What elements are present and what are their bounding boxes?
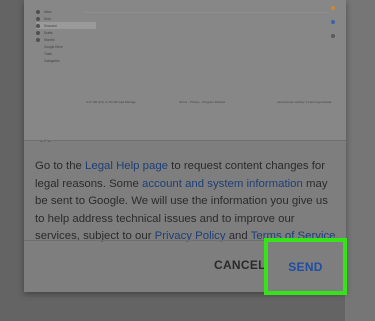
preview-menu-item: Sent — [36, 15, 96, 22]
dialog-divider — [24, 140, 346, 141]
send-button[interactable]: SEND — [268, 242, 343, 291]
preview-menu-item: Starred — [36, 36, 96, 43]
preview-menu-subitem: Google Drive — [44, 44, 63, 49]
preview-menu-subitem: Categories — [44, 58, 60, 63]
blue-dot-icon — [331, 20, 335, 24]
orange-dot-icon — [331, 6, 335, 10]
star-icon — [36, 37, 40, 42]
gray-dot-icon — [331, 34, 335, 38]
send-icon — [36, 16, 40, 21]
clock-icon — [36, 23, 40, 28]
preview-menu-item: Drafts — [36, 29, 96, 36]
legal-notice: Go to the Legal Help page to request con… — [35, 160, 339, 242]
draft-icon — [36, 30, 40, 35]
preview-footer-storage: 0.17 GB (1%) of 15 GB used Manage — [86, 100, 136, 104]
preview-menu: Inbox Sent Snoozed Drafts Starred Google… — [36, 8, 96, 64]
cancel-button[interactable]: CANCEL — [214, 258, 266, 272]
preview-footer-links: Terms · Privacy · Program Policies — [179, 100, 226, 104]
preview-menu-subitem: Trash — [44, 51, 53, 56]
send-highlight-box: SEND — [264, 238, 347, 295]
inbox-icon — [36, 9, 40, 14]
preview-footer-activity: Last account activity: 2 hours ago Detai… — [277, 100, 332, 104]
preview-divider — [84, 12, 329, 13]
legal-help-link[interactable]: Legal Help page — [85, 160, 168, 172]
preview-menu-item-selected: Snoozed — [36, 22, 96, 29]
dimmed-right-edge — [345, 0, 375, 321]
account-info-link[interactable]: account and system information — [142, 178, 303, 190]
screenshot-preview[interactable]: Inbox Sent Snoozed Drafts Starred Google… — [24, 0, 346, 143]
